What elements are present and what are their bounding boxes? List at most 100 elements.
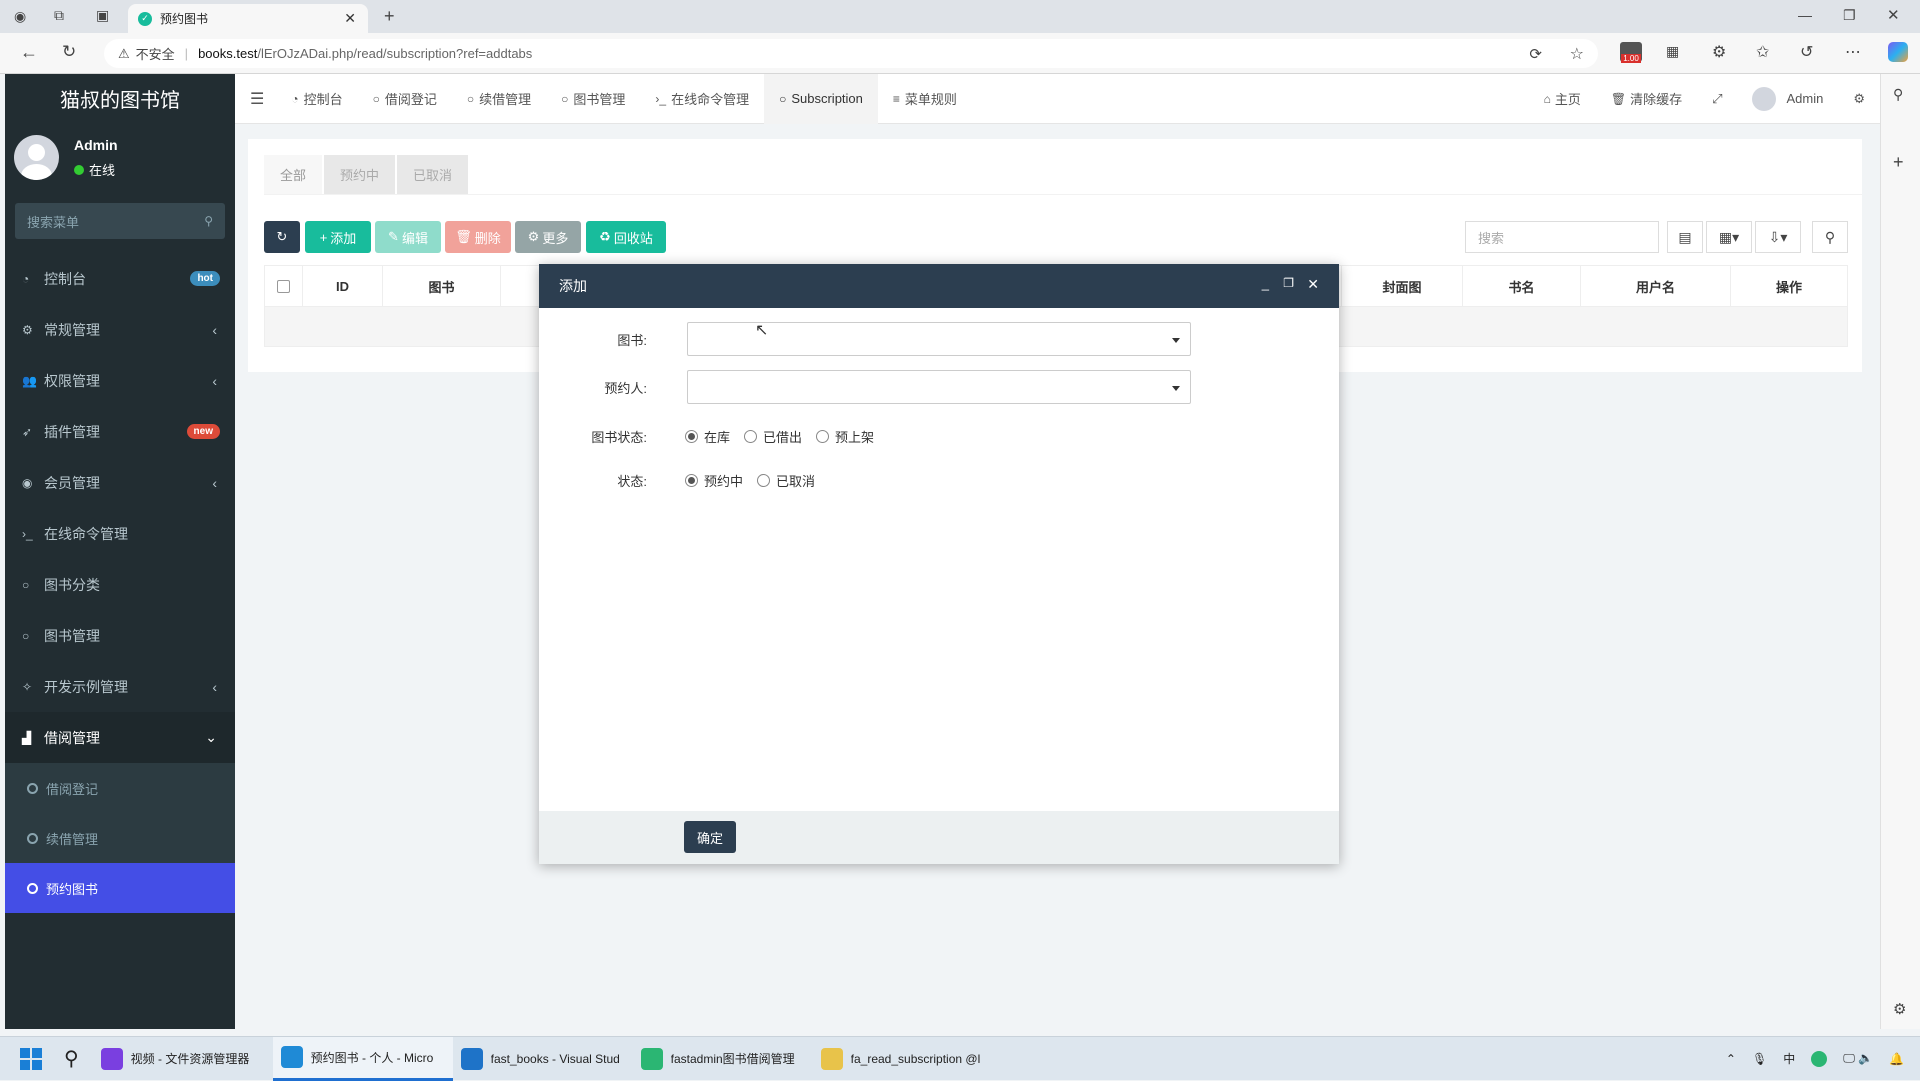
radio-button[interactable] xyxy=(757,473,771,487)
translate-icon[interactable]: ⟳ xyxy=(1529,45,1542,63)
select-all-checkbox[interactable] xyxy=(265,265,303,307)
reserver-select[interactable] xyxy=(687,370,1191,404)
search-icon[interactable]: ⚲ xyxy=(204,214,213,228)
nav-tab-0[interactable]: ◔ 控制台 xyxy=(276,74,357,124)
sidebar-item-3[interactable]: ➶ 插件管理 new xyxy=(5,406,235,457)
url-field[interactable]: ⚠ 不安全 | books.test/lErOJzADai.php/read/s… xyxy=(104,39,1598,68)
copilot-icon[interactable] xyxy=(1888,42,1908,62)
nav-tab-2[interactable]: ○ 续借管理 xyxy=(452,74,546,124)
sidebar-item-8[interactable]: ✧ 开发示例管理 ‹ xyxy=(5,661,235,712)
column-book[interactable]: 图书 xyxy=(383,265,501,307)
table-search-input[interactable]: 搜索 xyxy=(1465,221,1659,253)
restore-icon[interactable]: ❐ xyxy=(1843,7,1856,24)
collections-icon[interactable]: ⧉ xyxy=(54,7,64,24)
notification-bell-icon[interactable]: 🔔 xyxy=(1881,1037,1920,1081)
taskbar-app-1[interactable]: 预约图书 - 个人 - Micro xyxy=(272,1036,453,1081)
refresh-button[interactable]: ↻ xyxy=(264,221,300,253)
sidebar-item-0[interactable]: ◔ 控制台 hot xyxy=(5,253,235,304)
sidebar-item-6[interactable]: ○ 图书分类 xyxy=(5,559,235,610)
sidebar-subitem-1[interactable]: 续借管理 xyxy=(5,813,235,863)
book-status-option-0[interactable]: 在库 xyxy=(685,427,730,446)
extension-icon[interactable]: ▦ xyxy=(1666,43,1679,60)
toggle-view-icon[interactable]: ▤ xyxy=(1667,221,1703,253)
sidebar-item-2[interactable]: 👥 权限管理 ‹ xyxy=(5,355,235,406)
refresh-icon[interactable]: ↻ xyxy=(62,42,76,62)
taskbar-app-0[interactable]: 视频 - 文件资源管理器 xyxy=(93,1037,273,1081)
wechat-icon[interactable] xyxy=(1803,1037,1835,1081)
start-button[interactable] xyxy=(0,1037,50,1081)
sidebar-subitem-0[interactable]: 借阅登记 xyxy=(5,763,235,813)
recycle-bin-button[interactable]: ♻ 回收站 xyxy=(586,221,666,253)
confirm-button[interactable]: 确定 xyxy=(684,821,736,853)
new-tab-icon[interactable]: + xyxy=(384,6,395,27)
sidebar-group-borrow[interactable]: ▟ 借阅管理 ⌄ xyxy=(5,712,235,763)
radio-button[interactable] xyxy=(685,473,698,487)
taskbar-app-3[interactable]: fastadmin图书借阅管理 xyxy=(633,1037,813,1081)
nav-tab-6[interactable]: ≡ 菜单规则 xyxy=(878,74,972,124)
close-tab-icon[interactable]: ✕ xyxy=(344,10,356,27)
side-settings-icon[interactable]: ⚙ xyxy=(1893,1000,1906,1018)
radio-button[interactable] xyxy=(744,429,758,443)
columns-icon[interactable]: ▦▾ xyxy=(1706,221,1752,253)
taskbar-app-4[interactable]: fa_read_subscription @l xyxy=(813,1037,993,1081)
sidebar-subitem-2[interactable]: 预约图书 xyxy=(5,863,235,913)
edit-button[interactable]: ✎ 编辑 xyxy=(375,221,441,253)
taskbar-app-2[interactable]: fast_books - Visual Stud xyxy=(453,1037,633,1081)
tab-actions-icon[interactable]: ▣ xyxy=(96,7,109,24)
profile-icon[interactable]: ◉ xyxy=(14,8,26,25)
more-menu-icon[interactable]: ⋯ xyxy=(1845,42,1861,62)
home-link[interactable]: ⌂ 主页 xyxy=(1529,74,1596,124)
add-button[interactable]: + 添加 xyxy=(305,221,371,253)
taskbar-search-icon[interactable]: ⚲ xyxy=(50,1037,93,1081)
download-icon[interactable]: 1.00 xyxy=(1620,42,1642,63)
side-search-icon[interactable]: ⚲ xyxy=(1893,86,1903,103)
column-id[interactable]: ID xyxy=(303,265,383,307)
radio-button[interactable] xyxy=(685,429,698,443)
nav-tab-4[interactable]: ›_ 在线命令管理 xyxy=(640,74,764,124)
fullscreen-icon[interactable]: ⤢ xyxy=(1697,74,1737,124)
admin-menu[interactable]: Admin xyxy=(1737,74,1838,124)
clear-cache-button[interactable]: 🗑 清除缓存 xyxy=(1596,74,1697,124)
favorite-star-icon[interactable]: ☆ xyxy=(1570,44,1584,64)
column-username[interactable]: 用户名 xyxy=(1581,265,1731,307)
ime-indicator[interactable]: 中 xyxy=(1775,1037,1803,1081)
side-add-icon[interactable]: + xyxy=(1893,152,1904,173)
more-button[interactable]: ⚙ 更多 xyxy=(515,221,581,253)
column-cover[interactable]: 封面图 xyxy=(1341,265,1463,307)
sidebar-item-7[interactable]: ○ 图书管理 xyxy=(5,610,235,661)
book-status-option-2[interactable]: 预上架 xyxy=(816,427,874,446)
browser-tab-active[interactable]: ✓ 预约图书 ✕ xyxy=(128,4,368,33)
sidebar-item-1[interactable]: ⚙ 常规管理 ‹ xyxy=(5,304,235,355)
export-icon[interactable]: ⇩▾ xyxy=(1755,221,1801,253)
history-icon[interactable]: ↺ xyxy=(1800,42,1813,62)
close-window-icon[interactable]: ✕ xyxy=(1887,6,1900,24)
filter-tab-2[interactable]: 已取消 xyxy=(397,155,469,194)
column-title[interactable]: 书名 xyxy=(1463,265,1581,307)
sidebar-item-4[interactable]: ◉ 会员管理 ‹ xyxy=(5,457,235,508)
dialog-minimize-icon[interactable]: _ xyxy=(1262,276,1269,291)
nav-tab-1[interactable]: ○ 借阅登记 xyxy=(358,74,452,124)
back-icon[interactable]: ← xyxy=(20,42,38,63)
nav-tab-3[interactable]: ○ 图书管理 xyxy=(546,74,640,124)
extensions-puzzle-icon[interactable]: ⚙ xyxy=(1712,42,1726,62)
sidebar-item-5[interactable]: ›_ 在线命令管理 xyxy=(5,508,235,559)
status-option-1[interactable]: 已取消 xyxy=(757,471,815,490)
minimize-icon[interactable]: — xyxy=(1798,7,1812,23)
nav-tab-5[interactable]: ○ Subscription xyxy=(764,73,878,124)
status-option-0[interactable]: 预约中 xyxy=(685,471,743,490)
filter-tab-1[interactable]: 预约中 xyxy=(324,155,396,194)
dialog-maximize-icon[interactable]: ❐ xyxy=(1283,276,1294,290)
delete-button[interactable]: 🗑 删除 xyxy=(445,221,511,253)
sidebar-toggle-icon[interactable]: ☰ xyxy=(235,74,276,124)
advanced-search-icon[interactable]: ⚲ xyxy=(1812,221,1848,253)
settings-gear-icon[interactable]: ⚙ xyxy=(1838,74,1880,124)
favorites-icon[interactable]: ✩ xyxy=(1756,42,1769,62)
dialog-close-icon[interactable]: ✕ xyxy=(1307,276,1319,293)
app-logo[interactable]: 猫叔的图书馆 xyxy=(5,74,235,123)
network-volume-icon[interactable]: 🖵 🔈 xyxy=(1835,1037,1881,1081)
column-actions[interactable]: 操作 xyxy=(1731,265,1847,307)
filter-tab-0[interactable]: 全部 xyxy=(264,155,323,194)
tray-chevron-icon[interactable]: ⌃ xyxy=(1718,1037,1744,1081)
book-status-option-1[interactable]: 已借出 xyxy=(744,427,802,446)
microphone-icon[interactable]: 🎙 xyxy=(1744,1037,1775,1081)
